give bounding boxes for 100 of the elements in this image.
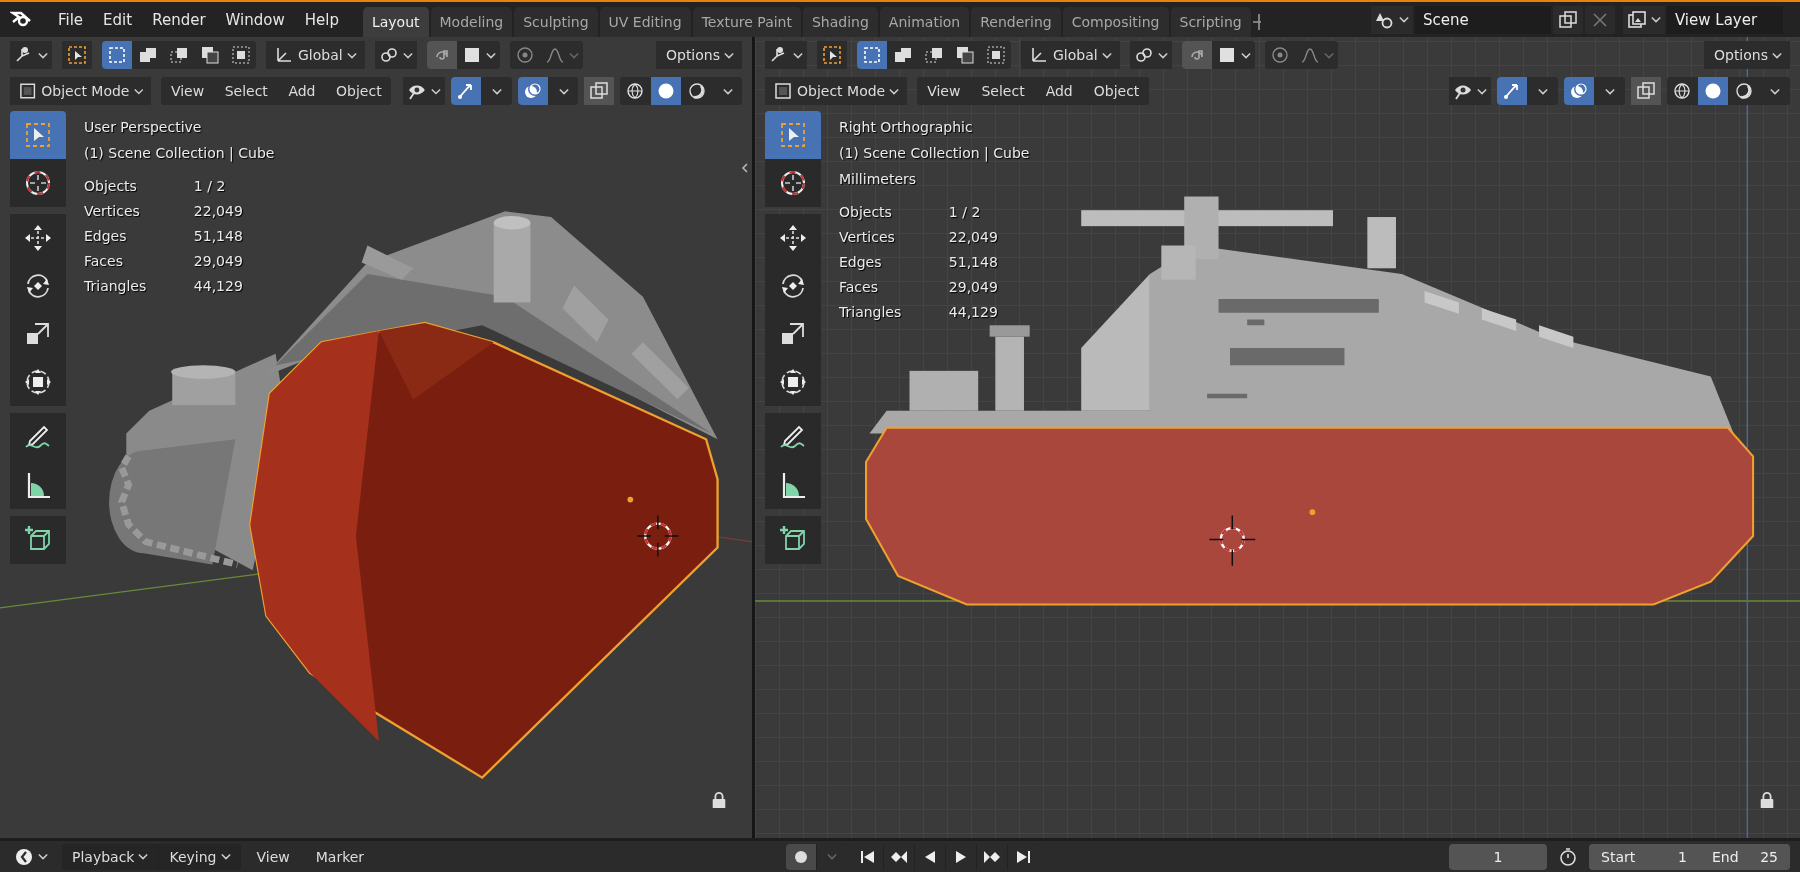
cursor-tool-button[interactable] [10,159,66,207]
caret-icon [346,51,357,59]
view-layer-browse-button[interactable] [1622,5,1665,34]
overlay-button[interactable] [517,77,548,105]
add-cube-tool-button[interactable] [765,516,821,564]
transform-tool-button[interactable] [765,358,821,406]
prev-keyframe-button[interactable] [883,843,914,870]
overlay-icon [1569,81,1589,101]
overlay-button[interactable] [1564,77,1594,105]
transform-tool-button[interactable] [10,358,66,406]
next-keyframe-button[interactable] [976,843,1007,870]
xray-button[interactable] [584,77,615,105]
selection-mode-icon [200,45,220,65]
play-reverse-button[interactable] [914,843,945,870]
caret-icon [826,853,837,860]
pivot-dropdown[interactable] [1129,41,1172,69]
stat-label: Triangles [84,277,148,296]
workspace-tab[interactable]: UV Editing [599,7,691,37]
lock-icon [1758,790,1776,810]
stat-value: 1 / 2 [948,203,982,222]
menu-item[interactable]: Window [215,2,295,37]
options-dropdown[interactable]: Options [655,41,742,69]
select-tool-button[interactable] [817,41,847,69]
workspace-tab[interactable]: Animation [879,7,970,37]
caret-icon [1605,87,1615,95]
menu-item[interactable]: Help [294,2,349,37]
image-stack-icon [1626,9,1647,30]
scene-browse-button[interactable] [1370,5,1413,34]
selection-mode-icon [169,45,189,65]
measure-tool-button[interactable] [10,461,66,509]
annotate-tool-button[interactable] [10,413,66,461]
visibility-dropdown[interactable] [403,77,446,105]
caret-icon [38,853,48,860]
view-name: Right Orthographic [839,118,974,137]
new-selection-button[interactable] [857,41,887,69]
select-tool-button[interactable] [62,41,92,69]
menu-item[interactable]: Marker [305,843,375,870]
new-selection-icon [862,45,882,65]
move-tool-button[interactable] [765,214,821,262]
pivot-dropdown[interactable] [374,41,417,69]
annotate-tool-button[interactable] [765,413,821,461]
new-selection-button[interactable] [102,41,132,69]
caret-icon [1101,51,1112,59]
stat-value: 22,049 [948,228,999,247]
move-tool-button[interactable] [10,214,66,262]
mode-dropdown[interactable]: Object Mode [10,77,152,105]
gizmo-button[interactable] [451,77,482,105]
menu-item[interactable]: Edit [93,2,143,37]
caret-icon [1770,87,1780,95]
stat-label: Objects [84,177,138,196]
stat-label: Edges [84,227,128,246]
stat-value: 51,148 [193,227,244,246]
visibility-dropdown[interactable] [1449,77,1491,105]
editor-type-button[interactable] [765,41,807,69]
workspace-tab[interactable]: Shading [803,7,878,37]
stat-label: Objects [839,203,893,222]
workspace-tab[interactable]: Scripting [1170,7,1251,37]
mode-dropdown[interactable]: Object Mode [765,77,908,105]
workspace-tab[interactable]: Sculpting [514,7,598,37]
measure-tool-button[interactable] [765,461,821,509]
scene-field[interactable]: Scene [1414,5,1551,34]
new-scene-icon [1557,9,1578,30]
snap-button[interactable] [1181,41,1212,69]
remove-scene-button[interactable] [1584,5,1615,34]
orientation-dropdown[interactable]: Global [266,41,365,69]
add-tab-icon [1252,12,1261,32]
view-layer-field[interactable]: View Layer [1666,5,1783,34]
axes-icon [274,45,294,65]
cursor-tool-button[interactable] [765,159,821,207]
stat-value: 22,049 [193,202,244,221]
solid-shading-button[interactable] [651,77,682,105]
rendered-shading-icon [1734,81,1754,101]
workspace-tab[interactable]: Modeling [430,7,513,37]
options-dropdown[interactable]: Options [1703,41,1790,69]
menu-item[interactable]: View [246,843,300,870]
workspace-tab[interactable]: Layout [362,7,429,37]
selection-mode-icon [138,45,158,65]
snap-button[interactable] [426,41,457,69]
editor-type-button[interactable] [10,41,52,69]
xray-icon [1636,81,1656,101]
menu-item[interactable]: Render [142,2,216,37]
workspace-tab[interactable]: Compositing [1062,7,1169,37]
orientation-dropdown[interactable]: Global [1021,41,1120,69]
add-cube-tool-button[interactable] [10,516,66,564]
play-button[interactable] [945,843,976,870]
bell-curve-icon [544,45,565,65]
xray-icon [589,81,610,101]
stat-value: 29,049 [948,278,999,297]
workspace-tab[interactable]: Rendering [971,7,1061,37]
select-box-icon [67,45,87,65]
caret-icon [485,51,496,59]
workspace-tab[interactable]: Texture Paint [692,7,801,37]
new-selection-icon [107,45,127,65]
record-button[interactable] [785,843,816,870]
menu-item[interactable]: File [48,2,94,37]
selection-mode-icon [924,45,944,65]
xray-button[interactable] [1631,77,1661,105]
caret-icon [1157,51,1168,59]
new-scene-button[interactable] [1552,5,1583,34]
current-frame-field[interactable]: 1 [1449,843,1547,870]
